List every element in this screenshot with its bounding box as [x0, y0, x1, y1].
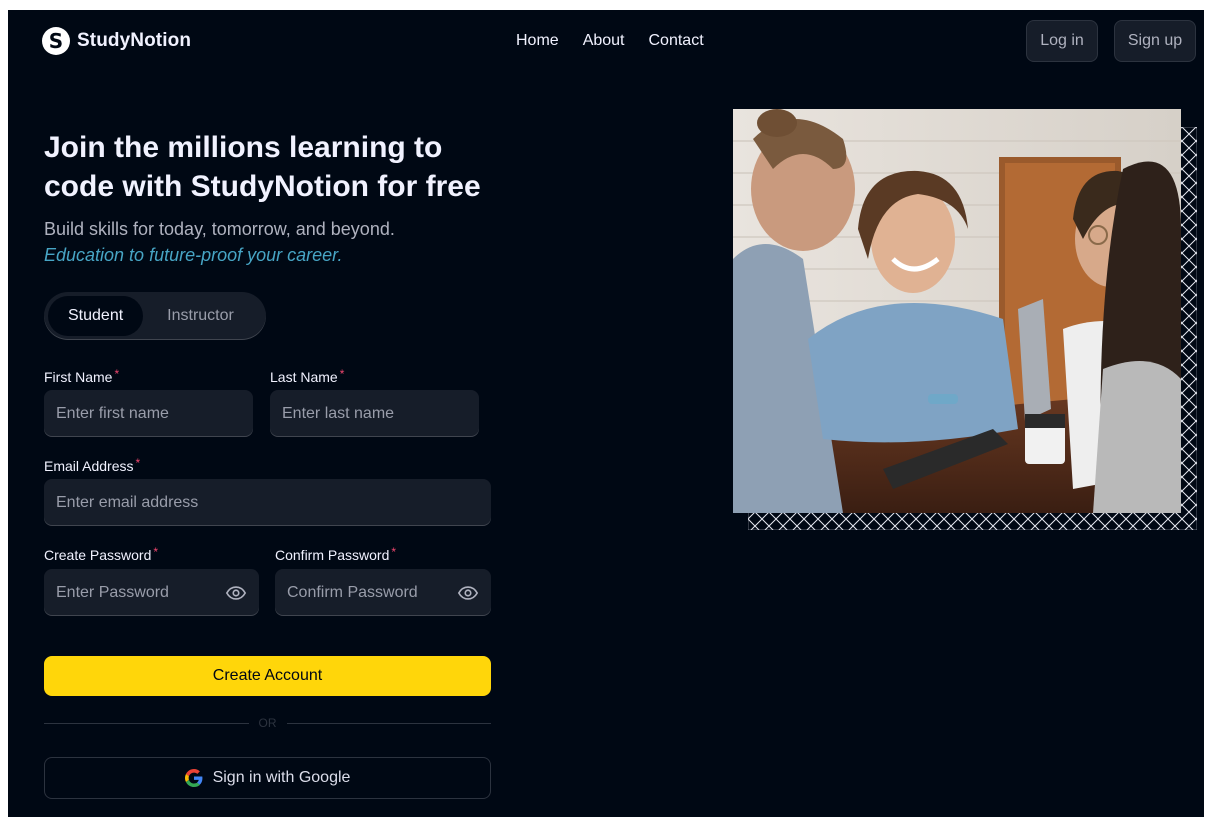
last-name-label-text: Last Name	[270, 369, 338, 385]
eye-icon[interactable]	[225, 582, 247, 604]
create-account-button[interactable]: Create Account	[44, 656, 491, 696]
page-tagline: Education to future-proof your career.	[44, 245, 343, 265]
google-signin-button[interactable]: Sign in with Google	[44, 757, 491, 799]
first-name-field[interactable]	[44, 390, 253, 437]
email-input[interactable]	[56, 493, 479, 512]
role-toggle: Student Instructor	[44, 292, 266, 340]
google-icon	[184, 769, 202, 787]
confirm-password-label-text: Confirm Password	[275, 547, 390, 563]
role-tab-instructor[interactable]: Instructor	[147, 296, 254, 336]
students-photo	[733, 109, 1181, 513]
email-field[interactable]	[44, 479, 491, 526]
nav-link-about[interactable]: About	[583, 32, 625, 50]
divider-line	[286, 722, 491, 724]
brand-logo[interactable]: S StudyNotion	[42, 27, 191, 55]
divider-line	[44, 722, 249, 724]
signup-button[interactable]: Sign up	[1114, 20, 1196, 62]
first-name-label-text: First Name	[44, 369, 113, 385]
divider-label: OR	[258, 716, 277, 730]
required-marker: *	[153, 545, 159, 559]
required-marker: *	[114, 367, 120, 381]
eye-icon[interactable]	[457, 582, 479, 604]
role-tab-student[interactable]: Student	[48, 296, 144, 336]
first-name-input[interactable]	[56, 404, 241, 423]
password-label: Create Password *	[44, 545, 158, 563]
page-subtitle: Build skills for today, tomorrow, and be…	[44, 219, 395, 239]
nav-link-home[interactable]: Home	[516, 32, 559, 50]
required-marker: *	[391, 545, 397, 559]
last-name-input[interactable]	[282, 404, 467, 423]
page-title: Join the millions learning to code with …	[44, 131, 481, 203]
password-field[interactable]	[44, 569, 259, 616]
first-name-label: First Name *	[44, 367, 119, 385]
google-signin-label: Sign in with Google	[212, 769, 351, 786]
email-label: Email Address *	[44, 456, 140, 474]
main-nav: Home About Contact	[516, 32, 704, 50]
required-marker: *	[339, 367, 345, 381]
email-label-text: Email Address	[44, 458, 134, 474]
nav-link-contact[interactable]: Contact	[649, 32, 704, 50]
last-name-label: Last Name *	[270, 367, 344, 385]
brand-name: StudyNotion	[77, 30, 192, 51]
confirm-password-label: Confirm Password *	[275, 545, 396, 563]
confirm-password-input[interactable]	[287, 583, 457, 602]
last-name-field[interactable]	[270, 390, 479, 437]
signup-page: S StudyNotion Home About Contact Log in …	[8, 10, 1204, 817]
logo-icon: S	[42, 27, 70, 55]
login-button[interactable]: Log in	[1026, 20, 1098, 62]
required-marker: *	[135, 456, 141, 470]
password-label-text: Create Password	[44, 547, 152, 563]
confirm-password-field[interactable]	[275, 569, 491, 616]
password-input[interactable]	[56, 583, 225, 602]
or-divider: OR	[44, 714, 491, 732]
